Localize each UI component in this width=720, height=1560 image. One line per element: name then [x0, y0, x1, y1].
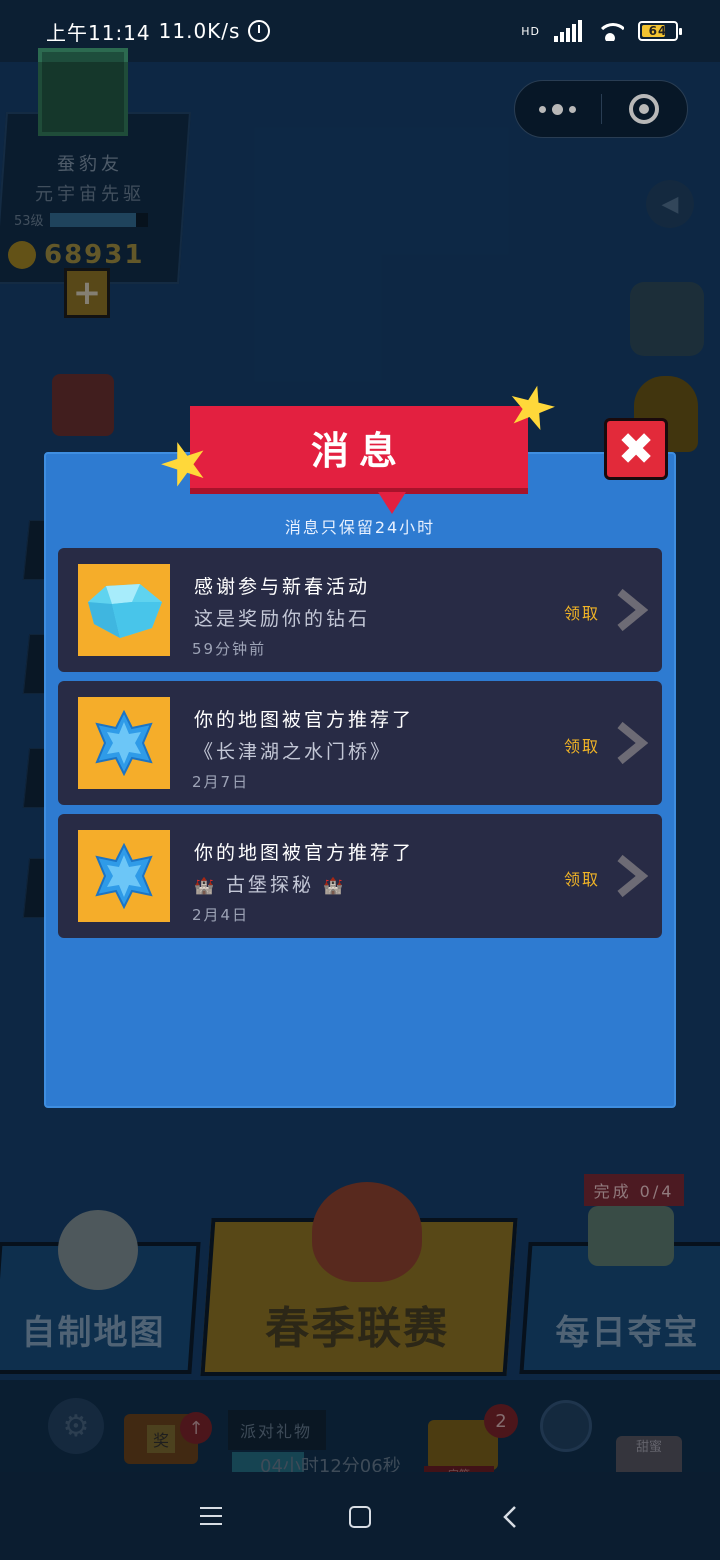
retention-notice: 消息只保留24小时 [284, 518, 436, 537]
back-icon[interactable] [502, 1505, 518, 1529]
chevron-right-icon[interactable] [614, 721, 648, 765]
battery-icon: 64 [638, 21, 682, 41]
blue-star-icon [78, 697, 170, 789]
message-time: 59分钟前 [192, 640, 267, 658]
close-button[interactable]: ✖ [604, 418, 668, 480]
message-title: 感谢参与新春活动 [194, 576, 371, 598]
message-time: 2月7日 [192, 773, 250, 791]
message-item[interactable]: 感谢参与新春活动 这是奖励你的钻石 59分钟前 领取 [58, 548, 662, 672]
claim-label[interactable]: 领取 [564, 733, 600, 757]
dialog-title-banner: 消息 [190, 406, 528, 514]
message-title: 你的地图被官方推荐了 [194, 842, 415, 864]
nav-bar [0, 1472, 720, 1560]
menu-icon[interactable] [200, 1506, 222, 1526]
chevron-right-icon[interactable] [614, 588, 648, 632]
battery-level: 64 [648, 24, 668, 38]
status-time: 上午11:14 [46, 20, 151, 45]
wifi-icon [596, 21, 624, 41]
message-subtitle: 古堡探秘 [225, 874, 314, 896]
alarm-icon [248, 20, 271, 42]
message-item[interactable]: 你的地图被官方推荐了 《长津湖之水门桥》 2月7日 领取 [58, 681, 662, 805]
castle-icon: 🏰 [323, 876, 346, 895]
message-subtitle-row: 🏰 古堡探秘 🏰 [194, 870, 346, 897]
home-icon[interactable] [349, 1506, 371, 1528]
chevron-right-icon[interactable] [614, 854, 648, 898]
message-item[interactable]: 你的地图被官方推荐了 🏰 古堡探秘 🏰 2月4日 领取 [58, 814, 662, 938]
castle-icon: 🏰 [194, 876, 217, 895]
message-subtitle: 这是奖励你的钻石 [194, 608, 371, 630]
signal-icon [554, 20, 582, 42]
diamond-icon [78, 564, 170, 656]
blue-star-icon [78, 830, 170, 922]
claim-label[interactable]: 领取 [564, 600, 600, 624]
message-subtitle: 《长津湖之水门桥》 [194, 741, 393, 763]
message-time: 2月4日 [192, 906, 250, 924]
claim-label[interactable]: 领取 [564, 866, 600, 890]
dialog-title: 消息 [310, 428, 407, 473]
message-title: 你的地图被官方推荐了 [194, 709, 415, 731]
status-net-speed: 11.0K/s [158, 19, 241, 43]
network-type: HD [521, 24, 540, 38]
